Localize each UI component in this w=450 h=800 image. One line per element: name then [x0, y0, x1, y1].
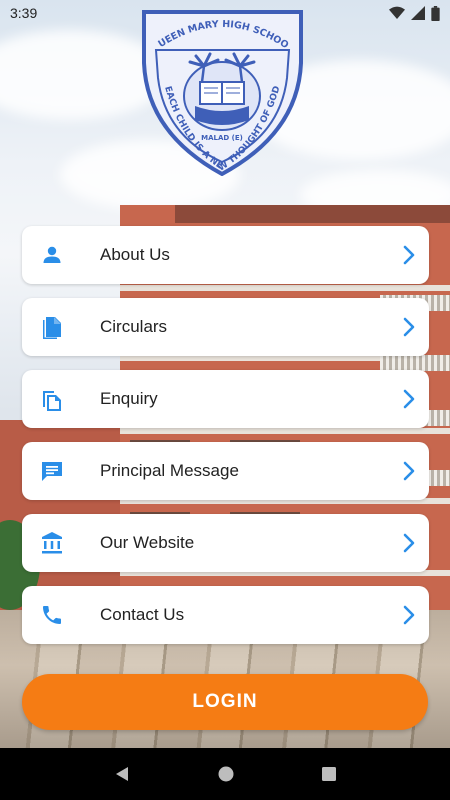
chevron-right-icon — [403, 461, 415, 481]
menu-item-label: Circulars — [100, 317, 168, 336]
battery-icon — [431, 5, 440, 21]
message-icon — [42, 462, 62, 481]
chevron-right-icon — [403, 389, 415, 409]
wifi-icon — [389, 6, 405, 20]
menu-item-enquiry[interactable]: Enquiry — [22, 370, 429, 428]
back-icon[interactable] — [113, 765, 131, 783]
phone-icon — [43, 606, 61, 624]
menu-item-label: Our Website — [100, 533, 195, 552]
menu-item-circulars[interactable]: Circulars — [22, 298, 429, 356]
chevron-right-icon — [403, 605, 415, 625]
home-icon[interactable] — [217, 765, 235, 783]
menu-item-our-website[interactable]: Our Website — [22, 514, 429, 572]
login-button[interactable]: LOGIN — [22, 674, 428, 730]
menu-item-label: Contact Us — [100, 605, 185, 624]
copy-icon — [43, 391, 61, 411]
chevron-right-icon — [403, 245, 415, 265]
signal-icon — [411, 6, 425, 20]
bank-icon — [42, 532, 62, 554]
status-time: 3:39 — [10, 5, 38, 21]
status-bar: 3:39 — [0, 0, 450, 26]
menu-item-label: Enquiry — [100, 389, 158, 408]
recents-icon[interactable] — [321, 766, 337, 782]
menu-item-about-us[interactable]: About Us — [22, 226, 429, 284]
menu-item-principal-message[interactable]: Principal Message — [22, 442, 429, 500]
menu-item-contact-us[interactable]: Contact Us — [22, 586, 429, 644]
document-icon — [43, 317, 61, 339]
school-crest-logo: QUEEN MARY HIGH SCHOOL EACH CHILD IS A N… — [136, 0, 305, 177]
svg-text:MALAD (E): MALAD (E) — [201, 134, 243, 142]
menu-item-label: About Us — [100, 245, 170, 264]
chevron-right-icon — [403, 317, 415, 337]
chevron-right-icon — [403, 533, 415, 553]
person-icon — [43, 246, 61, 263]
system-navigation-bar — [0, 748, 450, 800]
main-menu: About Us Circulars Enquiry Principal Mes… — [22, 226, 429, 658]
menu-item-label: Principal Message — [100, 461, 239, 480]
